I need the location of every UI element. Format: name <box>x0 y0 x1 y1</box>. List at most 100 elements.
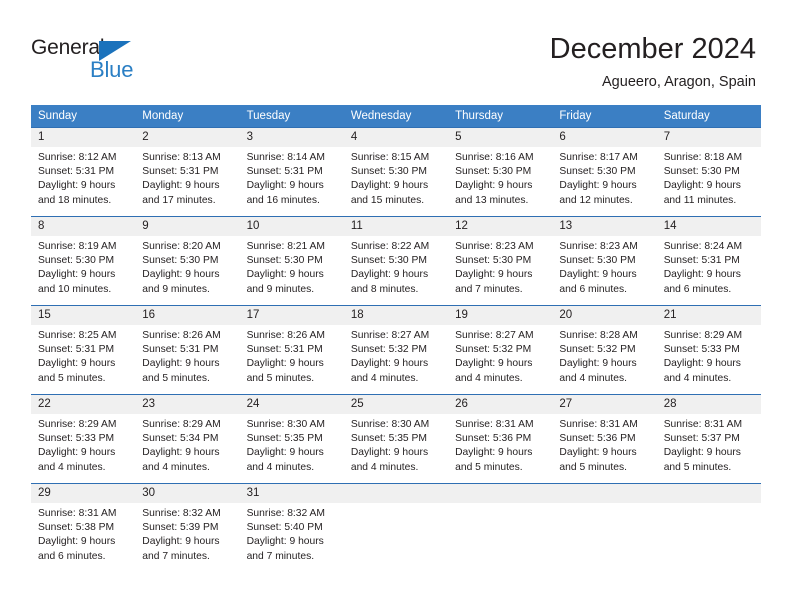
day-number: 3 <box>239 128 344 147</box>
day-number: 5 <box>448 128 553 147</box>
day-number: 22 <box>31 395 136 414</box>
calendar-day-cell[interactable]: 15 Sunrise: 8:25 AM Sunset: 5:31 PM Dayligh… <box>31 305 136 394</box>
day-detail-line: and 17 minutes. <box>142 194 216 206</box>
day-details <box>448 503 552 507</box>
day-details: Sunrise: 8:21 AM Sunset: 5:30 PM Daylight:… <box>240 236 344 297</box>
calendar-day-cell[interactable]: 29 Sunrise: 8:31 AM Sunset: 5:38 PM Dayligh… <box>31 483 136 572</box>
day-details: Sunrise: 8:24 AM Sunset: 5:31 PM Daylight:… <box>657 236 761 297</box>
day-details <box>344 503 448 507</box>
calendar-day-cell[interactable]: 23 Sunrise: 8:29 AM Sunset: 5:34 PM Dayligh… <box>135 394 240 483</box>
day-detail-line: Sunset: 5:40 PM <box>246 522 323 534</box>
day-number <box>552 484 657 503</box>
day-number: 2 <box>135 128 240 147</box>
calendar-day-cell[interactable]: 2 Sunrise: 8:13 AM Sunset: 5:31 PM Daylight… <box>135 127 240 216</box>
day-number <box>656 484 761 503</box>
calendar-weeks: 1 Sunrise: 8:12 AM Sunset: 5:31 PM Daylight… <box>31 127 761 572</box>
day-details: Sunrise: 8:19 AM Sunset: 5:30 PM Daylight:… <box>31 236 135 297</box>
day-number: 26 <box>448 395 553 414</box>
day-number: 14 <box>656 217 761 236</box>
day-number: 20 <box>552 306 657 325</box>
day-detail-line: and 4 minutes. <box>350 372 419 384</box>
day-detail-line: Sunset: 5:30 PM <box>246 255 323 267</box>
day-detail-line: Daylight: 9 hours <box>663 269 741 281</box>
day-detail-line: Sunrise: 8:29 AM <box>142 419 221 430</box>
day-detail-line: Daylight: 9 hours <box>246 358 324 370</box>
day-number: 10 <box>239 217 344 236</box>
day-number: 18 <box>343 306 449 325</box>
day-detail-line: Daylight: 9 hours <box>559 447 637 459</box>
calendar-day-cell[interactable]: 22 Sunrise: 8:29 AM Sunset: 5:33 PM Dayligh… <box>31 394 136 483</box>
calendar-day-cell[interactable]: 28 Sunrise: 8:31 AM Sunset: 5:37 PM Dayligh… <box>656 394 761 483</box>
day-number: 29 <box>31 484 136 503</box>
calendar-day-cell[interactable]: 21 Sunrise: 8:29 AM Sunset: 5:33 PM Dayligh… <box>656 305 761 394</box>
day-detail-line: Daylight: 9 hours <box>455 358 533 370</box>
logo-text-blue: Blue <box>90 57 134 82</box>
calendar-day-cell[interactable]: 7 Sunrise: 8:18 AM Sunset: 5:30 PM Daylight… <box>656 127 761 216</box>
calendar-day-cell[interactable]: 16 Sunrise: 8:26 AM Sunset: 5:31 PM Dayligh… <box>135 305 240 394</box>
calendar-day-cell[interactable]: 31 Sunrise: 8:32 AM Sunset: 5:40 PM Dayligh… <box>239 483 344 572</box>
weekday-header-friday: Friday <box>559 110 592 122</box>
day-detail-line: Daylight: 9 hours <box>663 447 741 459</box>
calendar-day-cell[interactable]: 14 Sunrise: 8:24 AM Sunset: 5:31 PM Dayligh… <box>656 216 761 305</box>
day-details: Sunrise: 8:31 AM Sunset: 5:36 PM Daylight:… <box>448 414 552 475</box>
day-number: 1 <box>31 128 136 147</box>
day-detail-line: and 4 minutes. <box>455 372 523 384</box>
calendar-day-cell[interactable]: 6 Sunrise: 8:17 AM Sunset: 5:30 PM Daylight… <box>552 127 657 216</box>
day-detail-line: Daylight: 9 hours <box>246 180 324 192</box>
day-details: Sunrise: 8:17 AM Sunset: 5:30 PM Daylight:… <box>552 147 656 208</box>
day-details: Sunrise: 8:27 AM Sunset: 5:32 PM Daylight:… <box>344 325 448 386</box>
calendar-day-cell[interactable]: 17 Sunrise: 8:26 AM Sunset: 5:31 PM Dayligh… <box>239 305 344 394</box>
day-detail-line: Sunrise: 8:18 AM <box>663 152 743 163</box>
day-detail-line: Sunrise: 8:22 AM <box>350 241 430 252</box>
day-detail-line: Sunrise: 8:29 AM <box>663 330 743 341</box>
day-detail-line: Sunset: 5:30 PM <box>142 255 219 267</box>
day-detail-line: Sunrise: 8:30 AM <box>246 419 325 430</box>
day-detail-line: Sunset: 5:35 PM <box>350 433 427 445</box>
calendar-day-cell[interactable]: 26 Sunrise: 8:31 AM Sunset: 5:36 PM Dayligh… <box>448 394 553 483</box>
calendar-day-cell[interactable]: 30 Sunrise: 8:32 AM Sunset: 5:39 PM Dayligh… <box>135 483 240 572</box>
calendar-day-cell-empty <box>343 483 449 572</box>
day-detail-line: Sunrise: 8:19 AM <box>38 241 117 252</box>
day-detail-line: and 4 minutes. <box>38 461 106 473</box>
calendar-day-cell[interactable]: 20 Sunrise: 8:28 AM Sunset: 5:32 PM Dayligh… <box>552 305 657 394</box>
day-detail-line: and 18 minutes. <box>38 194 112 206</box>
calendar-day-cell-empty <box>656 483 761 572</box>
day-details: Sunrise: 8:28 AM Sunset: 5:32 PM Daylight:… <box>552 325 656 386</box>
day-detail-line: and 5 minutes. <box>455 461 523 473</box>
calendar-day-cell[interactable]: 1 Sunrise: 8:12 AM Sunset: 5:31 PM Daylight… <box>31 127 136 216</box>
weekday-header-sunday: Sunday <box>38 110 78 122</box>
day-detail-line: Sunrise: 8:27 AM <box>350 330 430 341</box>
day-detail-line: Sunrise: 8:24 AM <box>663 241 743 252</box>
calendar-day-cell[interactable]: 4 Sunrise: 8:15 AM Sunset: 5:30 PM Daylight… <box>343 127 449 216</box>
calendar-day-cell[interactable]: 9 Sunrise: 8:20 AM Sunset: 5:30 PM Daylight… <box>135 216 240 305</box>
calendar-day-cell[interactable]: 19 Sunrise: 8:27 AM Sunset: 5:32 PM Dayligh… <box>448 305 553 394</box>
calendar-day-cell[interactable]: 13 Sunrise: 8:23 AM Sunset: 5:30 PM Dayligh… <box>552 216 657 305</box>
day-number: 17 <box>239 306 344 325</box>
calendar-day-cell[interactable]: 11 Sunrise: 8:22 AM Sunset: 5:30 PM Dayligh… <box>343 216 449 305</box>
calendar-day-cell[interactable]: 3 Sunrise: 8:14 AM Sunset: 5:31 PM Daylight… <box>239 127 344 216</box>
calendar-day-cell[interactable]: 27 Sunrise: 8:31 AM Sunset: 5:36 PM Dayligh… <box>552 394 657 483</box>
calendar-day-cell[interactable]: 18 Sunrise: 8:27 AM Sunset: 5:32 PM Dayligh… <box>343 305 449 394</box>
day-number: 21 <box>656 306 761 325</box>
day-detail-line: Sunrise: 8:31 AM <box>663 419 743 430</box>
day-detail-line: and 7 minutes. <box>246 550 315 562</box>
day-detail-line: Daylight: 9 hours <box>559 180 637 192</box>
calendar-day-cell[interactable]: 25 Sunrise: 8:30 AM Sunset: 5:35 PM Dayligh… <box>343 394 449 483</box>
calendar-week-row: 22 Sunrise: 8:29 AM Sunset: 5:33 PM Dayligh… <box>31 394 761 483</box>
day-number <box>343 484 449 503</box>
day-detail-line: Sunrise: 8:13 AM <box>142 152 221 163</box>
day-detail-line: and 6 minutes. <box>559 283 627 295</box>
calendar-day-cell[interactable]: 8 Sunrise: 8:19 AM Sunset: 5:30 PM Daylight… <box>31 216 136 305</box>
calendar-day-cell[interactable]: 12 Sunrise: 8:23 AM Sunset: 5:30 PM Dayligh… <box>448 216 553 305</box>
day-details: Sunrise: 8:26 AM Sunset: 5:31 PM Daylight:… <box>135 325 239 386</box>
day-detail-line: Sunrise: 8:15 AM <box>350 152 430 163</box>
day-detail-line: Daylight: 9 hours <box>142 358 220 370</box>
day-details: Sunrise: 8:26 AM Sunset: 5:31 PM Daylight:… <box>240 325 344 386</box>
calendar-day-cell[interactable]: 24 Sunrise: 8:30 AM Sunset: 5:35 PM Dayligh… <box>239 394 344 483</box>
weekday-header-row: Sunday Monday Tuesday Wednesday Thursday Frid… <box>31 105 761 127</box>
calendar-day-cell[interactable]: 10 Sunrise: 8:21 AM Sunset: 5:30 PM Dayligh… <box>239 216 344 305</box>
day-details: Sunrise: 8:29 AM Sunset: 5:34 PM Daylight:… <box>135 414 239 475</box>
day-number: 30 <box>135 484 240 503</box>
day-number: 11 <box>343 217 449 236</box>
calendar-day-cell[interactable]: 5 Sunrise: 8:16 AM Sunset: 5:30 PM Daylight… <box>448 127 553 216</box>
